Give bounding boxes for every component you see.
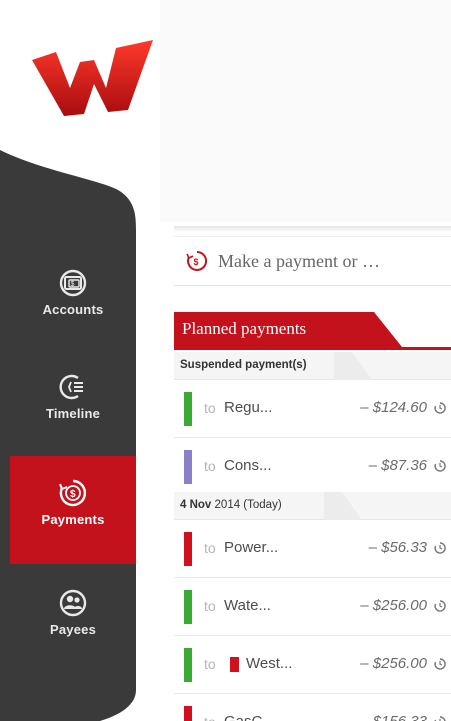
recurring-icon <box>434 402 446 414</box>
tab-planned-payments[interactable]: Planned payments <box>174 308 451 350</box>
section-label: Suspended payment(s) <box>180 359 307 371</box>
search-input[interactable]: Make a payment or … <box>218 251 380 272</box>
payee-color-bar <box>184 532 192 566</box>
payee-name: West... <box>246 655 293 672</box>
payment-row[interactable]: to West... – $256.00 <box>174 636 451 694</box>
sidebar-item-label: Accounts <box>42 302 104 317</box>
section-header-date: 4 Nov 2014 (Today) <box>174 492 451 520</box>
accounts-icon: $ <box>59 269 87 297</box>
payment-row[interactable]: to Wate... – $256.00 <box>174 578 451 636</box>
header-area <box>160 0 451 222</box>
section-notch <box>334 352 372 380</box>
payment-search-bar[interactable]: $ Make a payment or … <box>174 236 451 286</box>
planned-payments-title: Planned payments <box>182 319 307 338</box>
payment-amount: – $124.60 <box>360 399 427 416</box>
recurring-icon <box>434 658 446 670</box>
sidebar-item-payees[interactable]: Payees <box>10 578 136 658</box>
payee-name: Regu... <box>224 399 273 416</box>
header-divider <box>174 226 451 232</box>
recurring-icon <box>434 716 446 721</box>
payee-color-bar <box>184 392 192 426</box>
payment-amount: – $156.33 <box>360 713 427 721</box>
recurring-icon <box>434 542 446 554</box>
to-label: to <box>204 714 216 721</box>
section-label: 4 Nov <box>180 499 212 511</box>
payments-icon: $ <box>59 479 87 507</box>
payment-row[interactable]: to Regu... – $124.60 <box>174 380 451 438</box>
to-label: to <box>204 400 216 416</box>
sidebar-item-timeline[interactable]: Timeline <box>10 362 136 442</box>
sidebar-item-label: Payments <box>41 512 105 527</box>
section-label-date: 2014 (Today) <box>211 499 282 511</box>
payee-color-bar <box>184 648 192 682</box>
payee-color-bar <box>184 706 192 721</box>
sidebar-item-accounts[interactable]: $ Accounts <box>10 258 136 338</box>
payee-name: Power... <box>224 539 279 556</box>
to-label: to <box>204 656 216 672</box>
sidebar-item-label: Timeline <box>45 406 101 421</box>
payee-name: Cons... <box>224 457 272 474</box>
payment-row[interactable]: to Cons... – $87.36 <box>174 438 451 496</box>
to-label: to <box>204 458 216 474</box>
timeline-icon <box>59 374 83 400</box>
recurring-icon <box>434 460 446 472</box>
payment-amount: – $256.00 <box>360 655 427 672</box>
section-notch <box>324 492 362 520</box>
svg-text:$: $ <box>194 257 199 267</box>
sidebar-item-label: Payees <box>49 622 97 637</box>
section-header-suspended: Suspended payment(s) <box>174 352 451 380</box>
payment-amount: – $56.33 <box>368 539 427 556</box>
to-label: to <box>204 598 216 614</box>
to-label: to <box>204 540 216 556</box>
brand-logo <box>32 40 153 116</box>
sidebar-item-payments[interactable]: $ Payments <box>10 456 136 564</box>
payee-color-bar <box>184 590 192 624</box>
payment-icon: $ <box>186 250 208 271</box>
payment-row[interactable]: to GasC... – $156.33 <box>174 694 451 721</box>
payee-name: Wate... <box>224 597 271 614</box>
payee-flag-icon <box>230 657 239 672</box>
svg-text:$: $ <box>71 281 75 288</box>
payees-icon <box>59 589 87 617</box>
payment-amount: – $256.00 <box>360 597 427 614</box>
svg-text:$: $ <box>70 489 76 500</box>
payment-row[interactable]: to Power... – $56.33 <box>174 520 451 578</box>
recurring-icon <box>434 600 446 612</box>
payee-color-bar <box>184 450 192 484</box>
payee-name: GasC... <box>224 713 275 721</box>
payment-amount: – $87.36 <box>368 457 427 474</box>
